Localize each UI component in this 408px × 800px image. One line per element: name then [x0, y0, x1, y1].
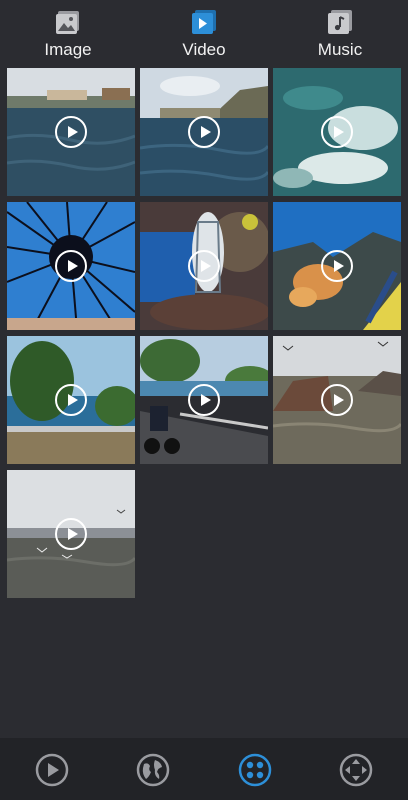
play-icon: [321, 250, 353, 282]
tab-video[interactable]: Video: [136, 0, 272, 66]
video-icon: [192, 10, 216, 34]
play-icon: [55, 384, 87, 416]
video-thumbnail[interactable]: [7, 336, 135, 464]
video-thumbnail[interactable]: [7, 68, 135, 196]
tab-image[interactable]: Image: [0, 0, 136, 66]
video-thumbnail[interactable]: [140, 336, 268, 464]
tab-image-label: Image: [44, 40, 92, 59]
nav-online[interactable]: [135, 752, 171, 788]
nav-library[interactable]: [237, 752, 273, 788]
play-icon: [321, 116, 353, 148]
play-icon: [321, 384, 353, 416]
play-icon: [188, 116, 220, 148]
nav-player[interactable]: [34, 752, 70, 788]
bottom-nav-bar: [0, 738, 408, 800]
video-thumbnail[interactable]: [273, 336, 401, 464]
video-thumbnail[interactable]: [7, 202, 135, 330]
play-icon: [188, 250, 220, 282]
play-icon: [55, 518, 87, 550]
media-type-tabs: Image Video Music: [0, 0, 408, 66]
tab-music[interactable]: Music: [272, 0, 408, 66]
video-thumbnail[interactable]: [273, 202, 401, 330]
tab-video-label: Video: [182, 40, 226, 59]
play-icon: [188, 384, 220, 416]
expand-arrows-icon: [339, 753, 373, 787]
play-icon: [55, 116, 87, 148]
nav-more[interactable]: [338, 752, 374, 788]
play-circle-icon: [35, 753, 69, 787]
video-thumbnail[interactable]: [140, 68, 268, 196]
tab-music-label: Music: [317, 40, 363, 59]
video-thumbnail[interactable]: [140, 202, 268, 330]
globe-icon: [136, 753, 170, 787]
music-icon: [328, 10, 352, 34]
image-icon: [56, 11, 79, 34]
grid-dots-icon: [238, 753, 272, 787]
play-icon: [55, 250, 87, 282]
video-thumbnail[interactable]: [273, 68, 401, 196]
video-thumbnail[interactable]: [7, 470, 135, 598]
